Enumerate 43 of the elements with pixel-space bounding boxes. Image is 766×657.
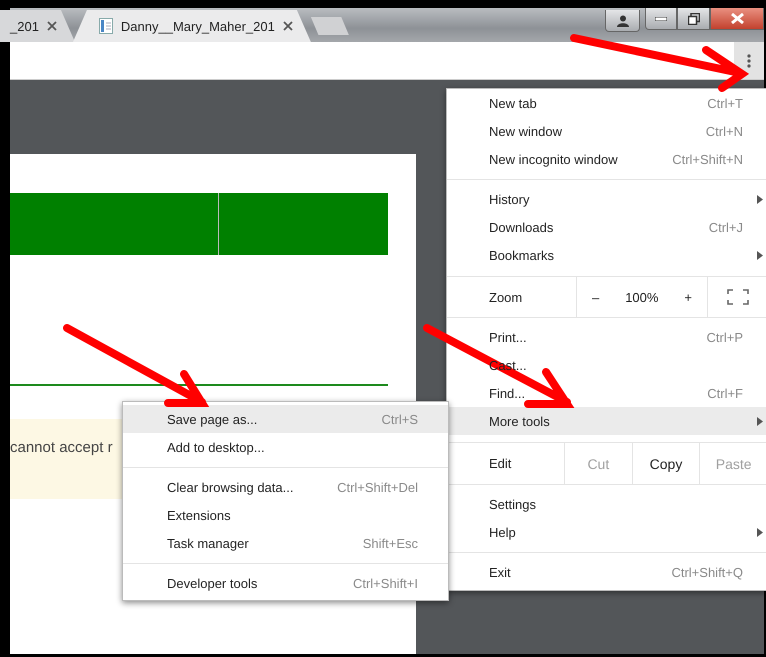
close-icon [730, 13, 744, 24]
submenu-arrow-icon [757, 195, 763, 204]
close-icon[interactable] [282, 21, 293, 31]
menu-item[interactable]: Help [447, 518, 766, 546]
document-icon [98, 18, 113, 34]
menu-item[interactable]: History [447, 185, 766, 213]
menu-item[interactable]: Settings [447, 490, 766, 518]
browser-tab[interactable]: _201 [0, 10, 75, 42]
submenu-arrow-icon [757, 251, 763, 260]
close-button[interactable] [710, 8, 764, 30]
menu-item[interactable]: Downloads Ctrl+J [447, 213, 766, 241]
zoom-out-button[interactable]: – [588, 290, 604, 304]
notice-text: cannot accept r [10, 439, 113, 456]
menu-item[interactable]: New window Ctrl+N [447, 117, 766, 145]
restore-button[interactable] [677, 8, 710, 30]
zoom-level: 100% [625, 290, 658, 304]
person-icon [616, 14, 628, 26]
browser-tab[interactable]: Danny__Mary_Maher_201 [72, 10, 311, 42]
edit-label: Edit [488, 455, 512, 473]
menu-item[interactable]: Extensions [123, 501, 448, 529]
fullscreen-icon[interactable] [726, 289, 748, 305]
minimize-icon [655, 16, 667, 20]
menu-item[interactable]: Save page as... Ctrl+S [123, 405, 448, 433]
menu-item[interactable]: Exit Ctrl+Shift+Q [447, 558, 766, 586]
menu-item[interactable]: Bookmarks [447, 241, 766, 269]
menu-item[interactable]: More tools [447, 407, 766, 435]
menu-item[interactable]: New incognito window Ctrl+Shift+N [447, 145, 766, 173]
close-icon[interactable] [46, 21, 57, 31]
menu-icon [747, 54, 751, 68]
submenu-arrow-icon [757, 528, 763, 537]
restore-icon [688, 12, 700, 24]
menu-item[interactable]: Print... Ctrl+P [447, 323, 766, 351]
submenu-arrow-icon [757, 417, 763, 426]
menu-item[interactable]: Clear browsing data... Ctrl+Shift+Del [123, 473, 448, 501]
zoom-label: Zoom [488, 290, 524, 304]
zoom-in-button[interactable]: + [680, 290, 696, 304]
menu-item[interactable]: Developer tools Ctrl+Shift+I [123, 569, 448, 597]
menu-item[interactable]: Add to desktop... [123, 433, 448, 461]
menu-item[interactable]: New tab Ctrl+T [447, 89, 766, 117]
profile-button[interactable] [605, 10, 640, 32]
minimize-button[interactable] [645, 8, 677, 30]
menu-item[interactable]: Task manager Shift+Esc [123, 529, 448, 557]
menu-item[interactable]: Find... Ctrl+F [447, 379, 766, 407]
